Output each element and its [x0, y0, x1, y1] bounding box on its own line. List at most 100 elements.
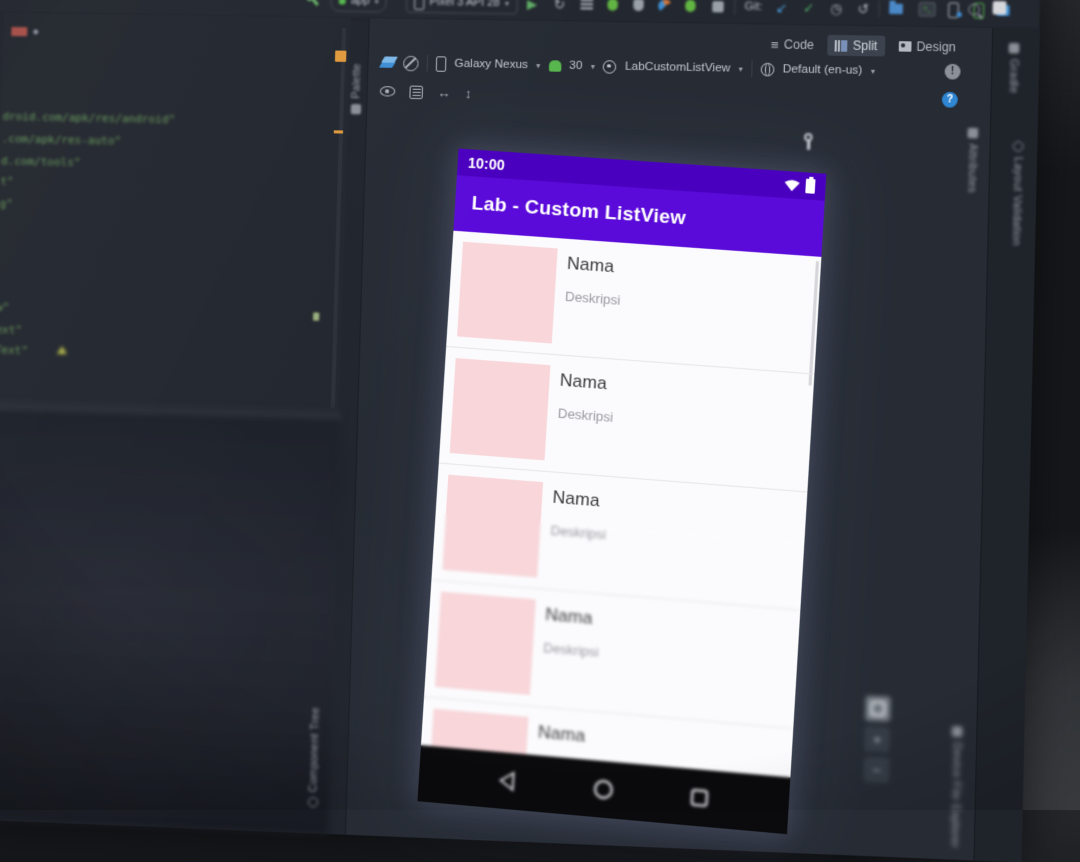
home-button[interactable]	[592, 777, 616, 802]
code-line: .com/apk/res-auto"	[1, 132, 122, 148]
android-studio-window: app ▾ Pixel 3 API 28 ▾ ▶ ↻ Git: ↙ ✓ ◷ ↺ >_…	[0, 0, 1040, 862]
terminal-icon: >_	[918, 1, 936, 17]
git-label: Git:	[744, 0, 763, 14]
apply-changes-button[interactable]: ↻	[554, 0, 566, 14]
code-line: ext"	[0, 322, 23, 337]
gutter-marker	[312, 312, 320, 321]
design-icon	[898, 41, 912, 52]
locale-icon	[760, 62, 775, 76]
device-selector[interactable]: Pixel 3 API 28 ▾	[405, 0, 518, 14]
fit-icon	[870, 700, 886, 717]
item-image-placeholder	[434, 591, 536, 695]
component-tree-label: Component Tree	[307, 706, 323, 793]
play-icon: ▶	[526, 0, 538, 12]
item-name: Nama	[559, 370, 608, 394]
component-tree-icon	[307, 797, 319, 809]
code-line: t"	[0, 174, 14, 189]
error-stripe-marker[interactable]	[334, 50, 347, 62]
check-icon: ✓	[802, 0, 815, 16]
chevron-down-icon: ▾	[536, 60, 541, 70]
device-name-label: Pixel 3 API 28	[429, 0, 500, 10]
profiler-button[interactable]	[658, 0, 672, 16]
item-image-placeholder	[442, 474, 544, 578]
split-icon	[834, 39, 848, 52]
undo-icon: ↺	[857, 0, 870, 17]
palette-label: Palette	[350, 63, 364, 99]
debug-button[interactable]	[607, 0, 619, 15]
theme-selector[interactable]: LabCustomListView	[625, 60, 731, 74]
module-icon	[338, 0, 346, 5]
run-config-label: app	[350, 0, 370, 8]
attributes-icon	[967, 127, 979, 139]
bug-attach-icon	[685, 0, 696, 13]
split-tab-label: Split	[852, 38, 878, 54]
preview-device-selector[interactable]: Galaxy Nexus	[454, 58, 528, 72]
design-surface-icon[interactable]	[378, 56, 399, 69]
search-everywhere-button[interactable]	[968, 0, 983, 20]
zoom-controls: + −	[863, 695, 891, 783]
design-panel: ≡ Code Split Design Galaxy Nexus ▾ 30 ▾ L…	[344, 18, 994, 861]
code-line: Text"	[0, 343, 29, 358]
device-manager-button[interactable]	[948, 0, 962, 20]
tab-code[interactable]: ≡ Code	[763, 34, 821, 56]
tab-split[interactable]: Split	[827, 34, 886, 57]
zoom-to-fit-button[interactable]	[864, 695, 891, 722]
item-description: Deskripsi	[557, 405, 614, 426]
hammer-icon	[304, 0, 323, 9]
recents-button[interactable]	[688, 787, 710, 810]
gradle-label: Gradle	[1006, 58, 1021, 94]
view-options-icon[interactable]	[379, 86, 396, 97]
sync-dot	[956, 11, 962, 17]
editor-mode-tabs: ≡ Code Split Design	[763, 34, 963, 58]
build-hammer-button[interactable]	[304, 0, 323, 10]
stop-icon	[712, 0, 724, 12]
api-level-selector[interactable]: 30	[569, 60, 583, 73]
layout-validation-tool-window-bar[interactable]: Layout Validation	[1003, 141, 1031, 246]
palette-tool-window-bar[interactable]: Palette	[350, 63, 364, 115]
git-commit-button[interactable]: ✓	[803, 0, 815, 18]
device-file-explorer-label: Device File Explorer	[948, 741, 964, 849]
chevron-down-icon: ▾	[374, 0, 379, 6]
item-image-placeholder	[457, 241, 558, 344]
item-image-placeholder	[449, 358, 551, 461]
tab-design[interactable]: Design	[891, 36, 964, 58]
notifications-button[interactable]	[992, 0, 1007, 18]
locale-selector[interactable]: Default (en-us)	[782, 63, 862, 77]
error-stripe-mark[interactable]	[333, 130, 344, 134]
zoom-in-button[interactable]: +	[864, 726, 891, 753]
attach-debugger-button[interactable]	[685, 0, 696, 16]
wrench-icon[interactable]	[803, 133, 814, 150]
run-configuration-selector[interactable]: app ▾	[330, 0, 388, 12]
editor-tab-marker	[11, 26, 28, 37]
design-tab-label: Design	[916, 39, 956, 55]
component-tree-tool-window-bar[interactable]: Component Tree	[301, 706, 329, 809]
phone-preview[interactable]: 10:00 Lab - Custom ListView Nama Deskrip…	[417, 148, 827, 835]
phone-list[interactable]: Nama Deskripsi Nama Deskripsi Nama Deskr…	[420, 230, 822, 778]
run-button[interactable]: ▶	[527, 0, 538, 14]
vertical-arrows-icon[interactable]: ↕	[465, 85, 472, 101]
git-history-button[interactable]: ◷	[830, 0, 842, 18]
orientation-icon[interactable]	[403, 55, 419, 71]
layout-variants-icon[interactable]	[409, 85, 424, 99]
item-name: Nama	[544, 604, 593, 629]
toolbar-separator	[751, 60, 753, 78]
git-rollback-button[interactable]: ↺	[857, 0, 869, 19]
zoom-out-button[interactable]: −	[863, 756, 890, 783]
git-update-button[interactable]: ↙	[776, 0, 788, 18]
layout-validation-label: Layout Validation	[1009, 156, 1025, 246]
project-structure-button[interactable]	[889, 0, 903, 19]
device-icon	[435, 55, 447, 72]
horizontal-arrows-icon[interactable]: ↔	[437, 85, 451, 101]
back-button[interactable]	[496, 769, 520, 794]
terminal-button[interactable]: >_	[918, 0, 936, 20]
device-file-explorer-tool-window-bar[interactable]: Device File Explorer	[935, 726, 976, 849]
item-name: Nama	[537, 721, 586, 746]
coverage-button[interactable]	[633, 0, 644, 15]
code-editor[interactable]: droid.com/apk/res/android" .com/apk/res-…	[0, 12, 351, 421]
editor-scrollbar[interactable]	[330, 28, 347, 408]
apply-code-changes-button[interactable]	[580, 0, 594, 15]
gradle-tool-window-bar[interactable]: Gradle	[1006, 42, 1021, 94]
stop-button[interactable]	[712, 0, 724, 17]
attributes-tool-window-bar[interactable]: Attributes	[965, 127, 979, 193]
toolbar-separator	[733, 0, 736, 17]
